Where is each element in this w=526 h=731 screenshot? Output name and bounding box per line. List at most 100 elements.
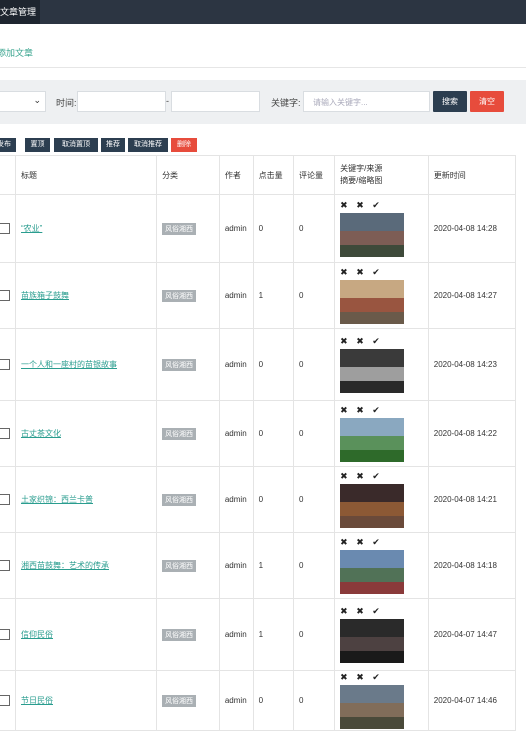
status-icons: ✖ ✖ ✔ [340, 336, 383, 346]
updated-cell: 2020-04-07 14:47 [427, 598, 517, 671]
author-cell: admin [218, 598, 254, 671]
table-row: 湘西苗鼓舞：艺术的传承 风俗湘西 admin 1 0 ✖ ✖ ✔ 2020-04-08 14… [0, 532, 517, 599]
table-row: 节日民俗 风俗湘西 admin 0 0 ✖ ✖ ✔ 2020-04-07 14:46 [0, 670, 517, 731]
row-checkbox[interactable] [0, 290, 10, 301]
category-select[interactable]: ⌄ [0, 91, 46, 112]
keywords-cell: ✖ ✖ ✔ [334, 328, 429, 401]
row-checkbox[interactable] [0, 223, 10, 234]
comments-cell: 0 [292, 400, 336, 467]
recommend-button[interactable]: 推荐 [101, 138, 125, 152]
updated-cell: 2020-04-08 14:28 [427, 194, 517, 263]
category-badge: 风俗湘西 [162, 358, 197, 371]
author-cell: admin [218, 532, 254, 599]
table-row: 古丈茶文化 风俗湘西 admin 0 0 ✖ ✖ ✔ 2020-04-08 14:22 [0, 400, 517, 467]
table-row: 一个人和一座村的苗银故事 风俗湘西 admin 0 0 ✖ ✖ ✔ 2020-04-08 1… [0, 328, 517, 401]
row-checkbox-cell [0, 400, 16, 467]
status-icons: ✖ ✖ ✔ [340, 267, 383, 277]
time-label: 时间: [56, 98, 77, 108]
article-title-link[interactable]: “农业” [21, 224, 42, 233]
category-cell: 风俗湘西 [156, 466, 220, 533]
delete-button[interactable]: 删除 [171, 138, 197, 152]
unrecommend-button[interactable]: 取消推荐 [128, 138, 168, 152]
row-checkbox[interactable] [0, 695, 10, 706]
category-badge: 风俗湘西 [162, 289, 197, 302]
article-title-link[interactable]: 古丈茶文化 [21, 429, 61, 438]
start-date-input[interactable] [77, 91, 166, 112]
article-title-link[interactable]: 一个人和一座村的苗银故事 [21, 360, 117, 369]
clicks-cell: 1 [252, 262, 294, 329]
article-title-link[interactable]: 湘西苗鼓舞：艺术的传承 [21, 561, 109, 570]
header-keywords-line1: 关键字/来源 [340, 164, 383, 173]
comments-cell: 0 [292, 194, 336, 263]
header-comments: 评论量 [292, 155, 336, 195]
comments-cell: 0 [292, 598, 336, 671]
row-checkbox-cell [0, 328, 16, 401]
row-checkbox-cell [0, 532, 16, 599]
article-thumbnail [340, 484, 405, 528]
keywords-cell: ✖ ✖ ✔ [334, 670, 429, 731]
clicks-cell: 1 [252, 532, 294, 599]
article-title-link[interactable]: 土家织锦：西兰卡普 [21, 495, 93, 504]
comments-cell: 0 [292, 466, 336, 533]
chevron-down-icon: ⌄ [33, 95, 41, 105]
row-checkbox[interactable] [0, 560, 10, 571]
divider [0, 67, 526, 68]
add-article-link[interactable]: 添加文章 [0, 46, 33, 59]
updated-cell: 2020-04-08 14:23 [427, 328, 517, 401]
table-row: “农业” 风俗湘西 admin 0 0 ✖ ✖ ✔ 2020-04-08 14:28 [0, 194, 517, 263]
clicks-cell: 1 [252, 598, 294, 671]
clicks-cell: 0 [252, 400, 294, 467]
header-clicks: 点击量 [252, 155, 294, 195]
row-checkbox[interactable] [0, 359, 10, 370]
article-thumbnail [340, 619, 405, 663]
row-checkbox-cell [0, 598, 16, 671]
row-checkbox[interactable] [0, 428, 10, 439]
table-header-row: 标题 分类 作者 点击量 评论量 关键字/来源 摘要/缩略图 更新时间 [0, 155, 517, 195]
category-badge: 风俗湘西 [162, 222, 197, 235]
updated-cell: 2020-04-08 14:21 [427, 466, 517, 533]
nav-tab-article-manage[interactable]: 文章管理 [0, 0, 40, 24]
pin-button[interactable]: 置顶 [25, 138, 50, 152]
header-keywords: 关键字/来源 摘要/缩略图 [334, 155, 429, 195]
keywords-cell: ✖ ✖ ✔ [334, 400, 429, 467]
category-badge: 风俗湘西 [162, 493, 197, 506]
keywords-cell: ✖ ✖ ✔ [334, 532, 429, 599]
end-date-input[interactable] [171, 91, 260, 112]
title-cell: 一个人和一座村的苗银故事 [14, 328, 158, 401]
article-thumbnail [340, 685, 405, 729]
comments-cell: 0 [292, 670, 336, 731]
category-cell: 风俗湘西 [156, 670, 220, 731]
header-keywords-line2: 摘要/缩略图 [340, 176, 383, 185]
status-icons: ✖ ✖ ✔ [340, 672, 383, 682]
author-cell: admin [218, 400, 254, 467]
article-title-link[interactable]: 苗族箱子鼓舞 [21, 291, 69, 300]
clear-button[interactable]: 清空 [470, 91, 504, 112]
author-cell: admin [218, 194, 254, 263]
keyword-placeholder: 请输入关键字... [313, 98, 368, 107]
category-cell: 风俗湘西 [156, 598, 220, 671]
search-button[interactable]: 搜索 [433, 91, 467, 112]
keywords-cell: ✖ ✖ ✔ [334, 598, 429, 671]
article-table: 标题 分类 作者 点击量 评论量 关键字/来源 摘要/缩略图 更新时间 “农业” 风… [0, 155, 517, 731]
publish-button[interactable]: 发布 [0, 138, 16, 152]
category-badge: 风俗湘西 [162, 694, 197, 707]
row-checkbox[interactable] [0, 494, 10, 505]
updated-cell: 2020-04-08 14:27 [427, 262, 517, 329]
unpin-button[interactable]: 取消置顶 [54, 138, 98, 152]
keyword-input[interactable]: 请输入关键字... [303, 91, 430, 112]
article-title-link[interactable]: 信仰民俗 [21, 630, 53, 639]
title-cell: 湘西苗鼓舞：艺术的传承 [14, 532, 158, 599]
title-cell: 节日民俗 [14, 670, 158, 731]
status-icons: ✖ ✖ ✔ [340, 405, 383, 415]
category-cell: 风俗湘西 [156, 400, 220, 467]
category-cell: 风俗湘西 [156, 328, 220, 401]
title-cell: 苗族箱子鼓舞 [14, 262, 158, 329]
article-title-link[interactable]: 节日民俗 [21, 696, 53, 705]
comments-cell: 0 [292, 328, 336, 401]
title-cell: 古丈茶文化 [14, 400, 158, 467]
title-cell: “农业” [14, 194, 158, 263]
keywords-cell: ✖ ✖ ✔ [334, 194, 429, 263]
row-checkbox[interactable] [0, 629, 10, 640]
header-category: 分类 [156, 155, 220, 195]
status-icons: ✖ ✖ ✔ [340, 471, 383, 481]
